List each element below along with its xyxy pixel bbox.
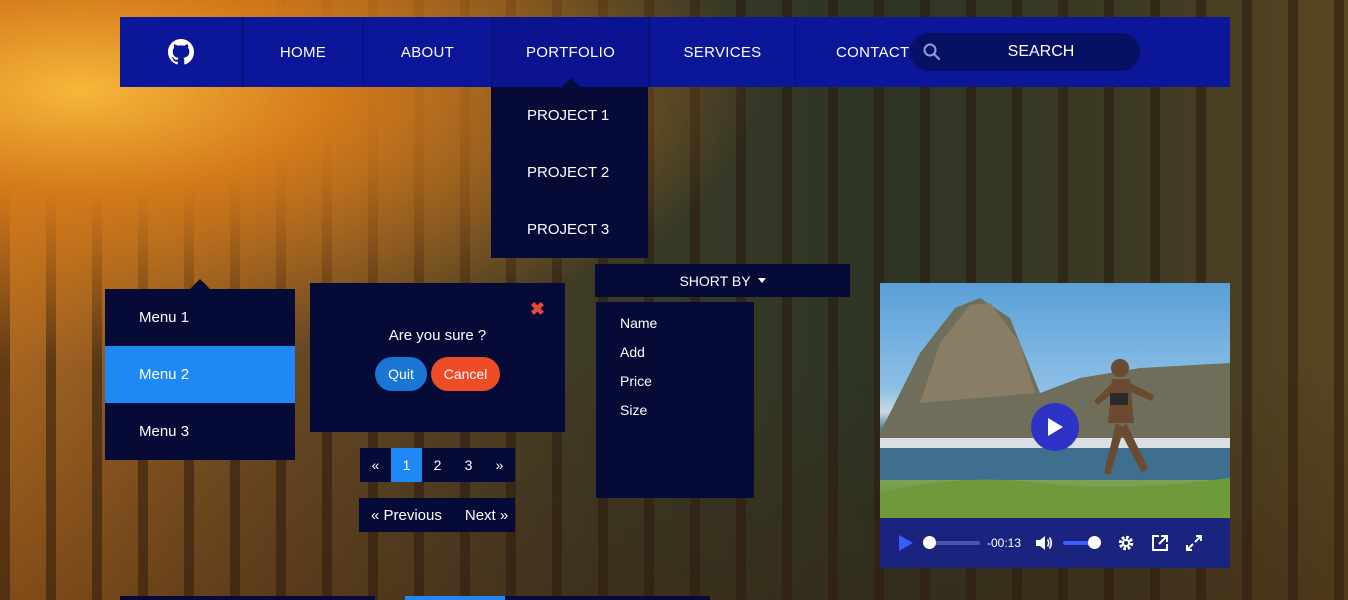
side-menu: Menu 1 Menu 2 Menu 3 [105,289,295,460]
dialog-buttons: Quit Cancel [310,357,565,391]
time-remaining: -00:13 [987,536,1022,550]
close-icon[interactable]: ✖ [530,299,545,320]
bottom-tab-active-edge [405,596,505,600]
dropdown-item-project-3[interactable]: PROJECT 3 [491,201,648,258]
nav-home[interactable]: HOME [243,17,364,87]
settings-gear-icon[interactable] [1117,534,1135,552]
nav-about[interactable]: ABOUT [364,17,492,87]
quit-button[interactable]: Quit [375,357,427,391]
video-thumbnail [880,298,1230,518]
side-menu-item-1[interactable]: Menu 1 [105,289,295,346]
play-icon [1048,418,1063,436]
previous-link[interactable]: « Previous [371,507,442,524]
play-button[interactable] [898,534,914,552]
volume-slider[interactable] [1063,536,1102,549]
dropdown-item-project-1[interactable]: PROJECT 1 [491,87,648,144]
volume-handle[interactable] [1088,536,1102,549]
dropdown-item-project-2[interactable]: PROJECT 2 [491,144,648,201]
bottom-panel-edge [120,596,375,600]
confirm-dialog: ✖ Are you sure ? Quit Cancel [310,283,565,432]
volume-icon[interactable] [1035,535,1053,551]
seek-bar[interactable] [923,536,980,549]
popout-icon[interactable] [1151,534,1169,552]
dialog-message: Are you sure ? [388,327,487,344]
pagination: « 1 2 3 » [360,448,515,482]
pagination-next[interactable]: » [484,448,515,482]
side-menu-item-3[interactable]: Menu 3 [105,403,295,460]
fullscreen-icon[interactable] [1185,534,1203,552]
next-link[interactable]: Next » [465,507,508,524]
github-logo-link[interactable] [120,17,243,87]
pager: « Previous Next » [359,498,515,532]
sort-option-add[interactable]: Add [596,337,754,366]
sort-options-list: Name Add Price Size [596,302,754,498]
play-overlay-button[interactable] [1031,403,1079,451]
seek-handle[interactable] [923,536,936,549]
sort-by-label: SHORT BY [679,272,751,289]
pagination-page-3[interactable]: 3 [453,448,484,482]
side-menu-item-2[interactable]: Menu 2 [105,346,295,403]
search-input[interactable] [954,42,1128,62]
nav-portfolio-label: PORTFOLIO [525,43,616,61]
search-icon[interactable] [910,43,954,61]
video-player: -00:13 [880,283,1230,568]
github-icon [168,39,194,65]
nav-services[interactable]: SERVICES [650,17,796,87]
sort-option-name[interactable]: Name [596,308,754,337]
cancel-button[interactable]: Cancel [431,357,500,391]
video-frame [880,283,1230,518]
chevron-down-icon [757,278,766,283]
sort-option-size[interactable]: Size [596,395,754,424]
dropdown-caret-icon [561,78,580,87]
side-menu-caret-icon [190,279,210,289]
pagination-page-1[interactable]: 1 [391,448,422,482]
video-controls: -00:13 [880,518,1230,568]
bottom-tab-edge [505,596,710,600]
portfolio-dropdown: PROJECT 1 PROJECT 2 PROJECT 3 [491,87,648,258]
sort-option-price[interactable]: Price [596,366,754,395]
nav-portfolio[interactable]: PORTFOLIO [492,17,650,87]
search-box [910,33,1140,71]
pagination-page-2[interactable]: 2 [422,448,453,482]
top-navbar: HOME ABOUT PORTFOLIO SERVICES CONTACT [120,17,1230,87]
sort-by-button[interactable]: SHORT BY [595,264,850,297]
play-icon [899,535,913,551]
pagination-prev[interactable]: « [360,448,391,482]
